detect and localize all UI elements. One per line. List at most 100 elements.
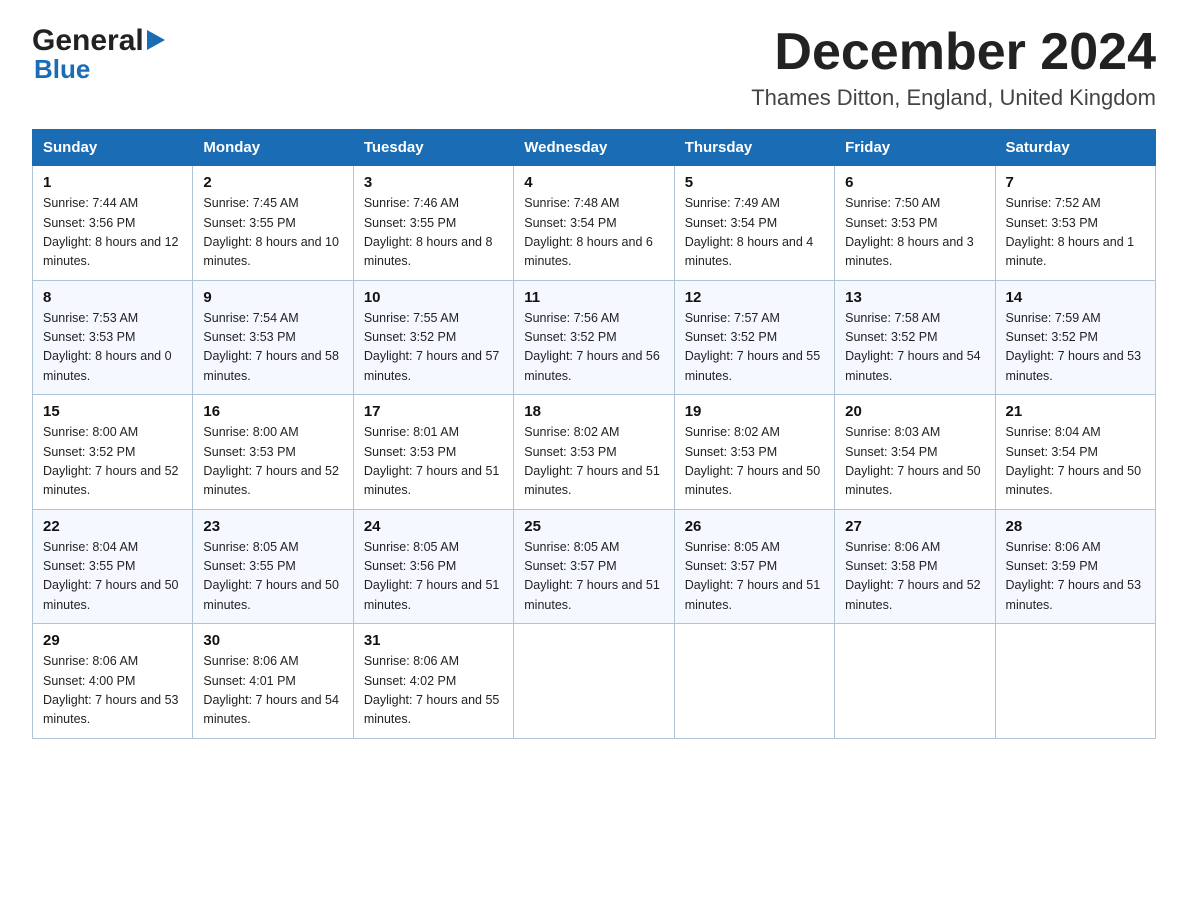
day-info: Sunrise: 8:04 AMSunset: 3:55 PMDaylight:…: [43, 540, 179, 612]
header-row: Sunday Monday Tuesday Wednesday Thursday…: [33, 130, 1156, 166]
calendar-day-cell: 3 Sunrise: 7:46 AMSunset: 3:55 PMDayligh…: [353, 166, 513, 281]
logo-blue-text: Blue: [34, 54, 90, 85]
day-info: Sunrise: 8:01 AMSunset: 3:53 PMDaylight:…: [364, 425, 500, 497]
day-info: Sunrise: 8:03 AMSunset: 3:54 PMDaylight:…: [845, 425, 981, 497]
calendar-week-row: 8 Sunrise: 7:53 AMSunset: 3:53 PMDayligh…: [33, 280, 1156, 395]
calendar-week-row: 29 Sunrise: 8:06 AMSunset: 4:00 PMDaylig…: [33, 624, 1156, 739]
logo-general-text: General: [32, 24, 144, 58]
col-wednesday: Wednesday: [514, 130, 674, 166]
day-number: 21: [1006, 403, 1145, 420]
day-number: 10: [364, 289, 503, 306]
page-header: General Blue December 2024 Thames Ditton…: [32, 24, 1156, 111]
day-info: Sunrise: 7:55 AMSunset: 3:52 PMDaylight:…: [364, 311, 500, 383]
day-info: Sunrise: 8:05 AMSunset: 3:57 PMDaylight:…: [524, 540, 660, 612]
calendar-body: 1 Sunrise: 7:44 AMSunset: 3:56 PMDayligh…: [33, 166, 1156, 739]
day-number: 17: [364, 403, 503, 420]
calendar-day-cell: 20 Sunrise: 8:03 AMSunset: 3:54 PMDaylig…: [835, 395, 995, 510]
calendar-day-cell: 4 Sunrise: 7:48 AMSunset: 3:54 PMDayligh…: [514, 166, 674, 281]
calendar-day-cell: 30 Sunrise: 8:06 AMSunset: 4:01 PMDaylig…: [193, 624, 353, 739]
day-number: 5: [685, 174, 824, 191]
day-number: 24: [364, 518, 503, 535]
col-sunday: Sunday: [33, 130, 193, 166]
logo-triangle-icon: [147, 30, 165, 55]
day-info: Sunrise: 7:57 AMSunset: 3:52 PMDaylight:…: [685, 311, 821, 383]
calendar-week-row: 15 Sunrise: 8:00 AMSunset: 3:52 PMDaylig…: [33, 395, 1156, 510]
calendar-week-row: 22 Sunrise: 8:04 AMSunset: 3:55 PMDaylig…: [33, 509, 1156, 624]
calendar-header: Sunday Monday Tuesday Wednesday Thursday…: [33, 130, 1156, 166]
day-number: 20: [845, 403, 984, 420]
calendar-day-cell: 7 Sunrise: 7:52 AMSunset: 3:53 PMDayligh…: [995, 166, 1155, 281]
title-area: December 2024 Thames Ditton, England, Un…: [751, 24, 1156, 111]
calendar-day-cell: 27 Sunrise: 8:06 AMSunset: 3:58 PMDaylig…: [835, 509, 995, 624]
calendar-day-cell: 6 Sunrise: 7:50 AMSunset: 3:53 PMDayligh…: [835, 166, 995, 281]
day-info: Sunrise: 7:49 AMSunset: 3:54 PMDaylight:…: [685, 196, 814, 268]
calendar-day-cell: 28 Sunrise: 8:06 AMSunset: 3:59 PMDaylig…: [995, 509, 1155, 624]
day-number: 8: [43, 289, 182, 306]
calendar-day-cell: 12 Sunrise: 7:57 AMSunset: 3:52 PMDaylig…: [674, 280, 834, 395]
calendar-day-cell: [514, 624, 674, 739]
col-friday: Friday: [835, 130, 995, 166]
day-number: 23: [203, 518, 342, 535]
day-number: 7: [1006, 174, 1145, 191]
day-info: Sunrise: 7:58 AMSunset: 3:52 PMDaylight:…: [845, 311, 981, 383]
col-saturday: Saturday: [995, 130, 1155, 166]
day-info: Sunrise: 7:52 AMSunset: 3:53 PMDaylight:…: [1006, 196, 1135, 268]
logo: General Blue: [32, 24, 165, 85]
calendar-day-cell: [674, 624, 834, 739]
day-info: Sunrise: 8:02 AMSunset: 3:53 PMDaylight:…: [685, 425, 821, 497]
calendar-day-cell: 9 Sunrise: 7:54 AMSunset: 3:53 PMDayligh…: [193, 280, 353, 395]
day-number: 25: [524, 518, 663, 535]
day-number: 22: [43, 518, 182, 535]
day-number: 2: [203, 174, 342, 191]
day-info: Sunrise: 7:56 AMSunset: 3:52 PMDaylight:…: [524, 311, 660, 383]
calendar-day-cell: 21 Sunrise: 8:04 AMSunset: 3:54 PMDaylig…: [995, 395, 1155, 510]
day-number: 30: [203, 632, 342, 649]
calendar-day-cell: 13 Sunrise: 7:58 AMSunset: 3:52 PMDaylig…: [835, 280, 995, 395]
calendar-day-cell: 24 Sunrise: 8:05 AMSunset: 3:56 PMDaylig…: [353, 509, 513, 624]
day-info: Sunrise: 8:06 AMSunset: 4:01 PMDaylight:…: [203, 654, 339, 726]
day-number: 12: [685, 289, 824, 306]
day-number: 1: [43, 174, 182, 191]
day-info: Sunrise: 7:45 AMSunset: 3:55 PMDaylight:…: [203, 196, 339, 268]
calendar-day-cell: 10 Sunrise: 7:55 AMSunset: 3:52 PMDaylig…: [353, 280, 513, 395]
calendar-day-cell: 8 Sunrise: 7:53 AMSunset: 3:53 PMDayligh…: [33, 280, 193, 395]
calendar-day-cell: 29 Sunrise: 8:06 AMSunset: 4:00 PMDaylig…: [33, 624, 193, 739]
day-info: Sunrise: 7:50 AMSunset: 3:53 PMDaylight:…: [845, 196, 974, 268]
calendar-day-cell: 18 Sunrise: 8:02 AMSunset: 3:53 PMDaylig…: [514, 395, 674, 510]
calendar-day-cell: 5 Sunrise: 7:49 AMSunset: 3:54 PMDayligh…: [674, 166, 834, 281]
day-info: Sunrise: 7:48 AMSunset: 3:54 PMDaylight:…: [524, 196, 653, 268]
day-info: Sunrise: 8:06 AMSunset: 4:02 PMDaylight:…: [364, 654, 500, 726]
calendar-day-cell: 2 Sunrise: 7:45 AMSunset: 3:55 PMDayligh…: [193, 166, 353, 281]
calendar-day-cell: 16 Sunrise: 8:00 AMSunset: 3:53 PMDaylig…: [193, 395, 353, 510]
calendar-day-cell: 15 Sunrise: 8:00 AMSunset: 3:52 PMDaylig…: [33, 395, 193, 510]
col-thursday: Thursday: [674, 130, 834, 166]
calendar-day-cell: 25 Sunrise: 8:05 AMSunset: 3:57 PMDaylig…: [514, 509, 674, 624]
day-number: 4: [524, 174, 663, 191]
day-number: 13: [845, 289, 984, 306]
day-info: Sunrise: 7:44 AMSunset: 3:56 PMDaylight:…: [43, 196, 179, 268]
calendar-day-cell: 31 Sunrise: 8:06 AMSunset: 4:02 PMDaylig…: [353, 624, 513, 739]
calendar-day-cell: [835, 624, 995, 739]
day-info: Sunrise: 8:04 AMSunset: 3:54 PMDaylight:…: [1006, 425, 1142, 497]
day-number: 15: [43, 403, 182, 420]
col-tuesday: Tuesday: [353, 130, 513, 166]
day-number: 9: [203, 289, 342, 306]
day-number: 29: [43, 632, 182, 649]
day-info: Sunrise: 7:59 AMSunset: 3:52 PMDaylight:…: [1006, 311, 1142, 383]
day-info: Sunrise: 8:06 AMSunset: 3:59 PMDaylight:…: [1006, 540, 1142, 612]
day-number: 28: [1006, 518, 1145, 535]
month-title: December 2024: [751, 24, 1156, 81]
day-info: Sunrise: 8:05 AMSunset: 3:57 PMDaylight:…: [685, 540, 821, 612]
calendar-day-cell: 19 Sunrise: 8:02 AMSunset: 3:53 PMDaylig…: [674, 395, 834, 510]
day-info: Sunrise: 8:06 AMSunset: 4:00 PMDaylight:…: [43, 654, 179, 726]
day-number: 31: [364, 632, 503, 649]
calendar-day-cell: 11 Sunrise: 7:56 AMSunset: 3:52 PMDaylig…: [514, 280, 674, 395]
location-subtitle: Thames Ditton, England, United Kingdom: [751, 85, 1156, 111]
day-number: 19: [685, 403, 824, 420]
day-number: 27: [845, 518, 984, 535]
day-number: 11: [524, 289, 663, 306]
day-info: Sunrise: 8:00 AMSunset: 3:53 PMDaylight:…: [203, 425, 339, 497]
calendar-day-cell: 23 Sunrise: 8:05 AMSunset: 3:55 PMDaylig…: [193, 509, 353, 624]
day-number: 14: [1006, 289, 1145, 306]
calendar-day-cell: 26 Sunrise: 8:05 AMSunset: 3:57 PMDaylig…: [674, 509, 834, 624]
